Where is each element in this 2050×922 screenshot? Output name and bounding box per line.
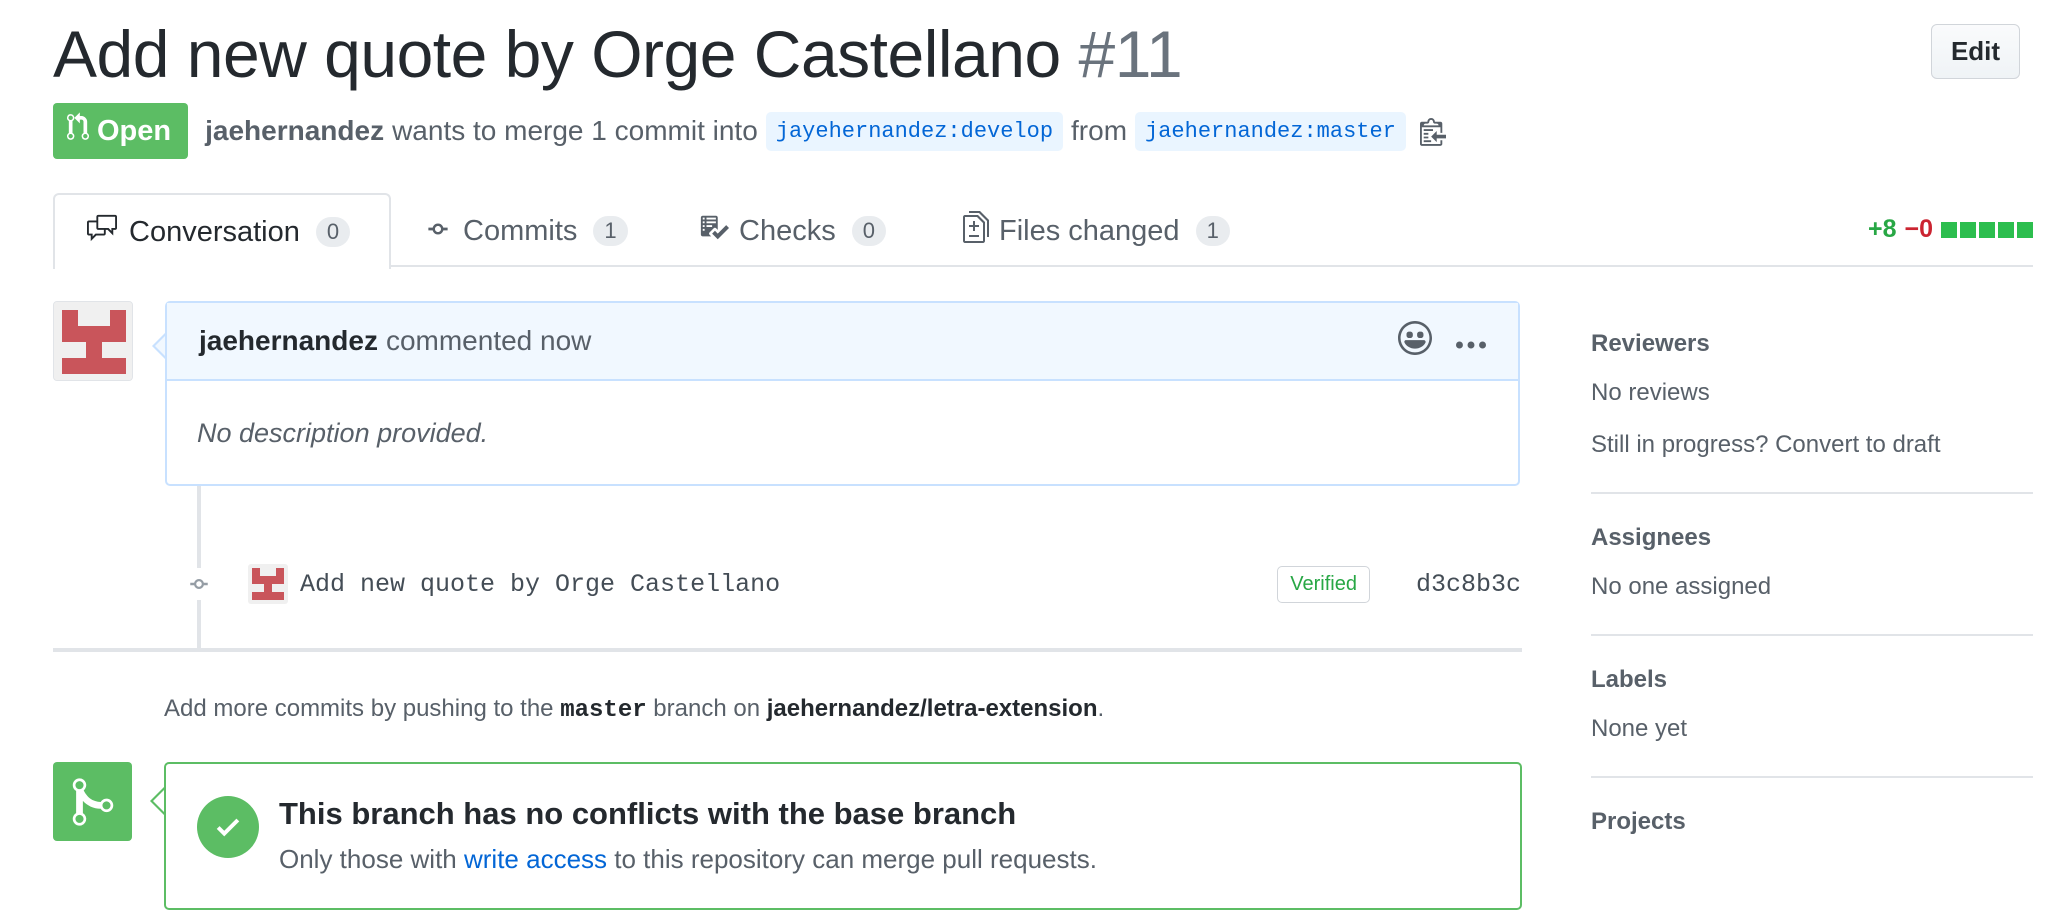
comment-body: No description provided. [197,418,489,448]
push-note-repo-link[interactable]: jaehernandez/letra-extension [767,695,1098,722]
merge-status-title: This branch has no conflicts with the ba… [279,796,1017,831]
comment-header: jaehernandez commented now [167,303,1518,381]
push-note: Add more commits by pushing to the maste… [164,695,1104,724]
pr-author-link[interactable]: jaehernandez [205,115,384,147]
convert-to-draft-link[interactable]: Still in progress? Convert to draft [1591,428,2033,462]
tab-commits[interactable]: Commits 1 [393,193,658,269]
merge-summary: jaehernandez wants to merge 1 commit int… [205,111,1446,151]
tab-counter: 0 [315,217,351,247]
comment-card: jaehernandez commented now No descriptio… [165,301,1520,486]
sidebar-labels-title[interactable]: Labels [1591,666,2033,694]
tab-label: Files changed [999,214,1180,247]
comment-timestamp[interactable]: commented now [386,325,591,357]
sidebar-projects: Projects [1591,808,2033,884]
git-pull-request-icon [67,112,89,150]
merge-sub-prefix: Only those with [279,844,457,874]
diff-bar-add [1979,221,1995,238]
sidebar-assignees: Assignees No one assigned [1591,524,2033,636]
merge-action-text: wants to merge 1 commit into [392,115,758,146]
write-access-link[interactable]: write access [464,844,607,874]
diff-bar-add [1998,221,2014,238]
sidebar-assignees-title[interactable]: Assignees [1591,524,2033,552]
diff-bars [1941,221,2033,238]
push-note-middle: branch on [653,695,761,722]
from-text: from [1071,115,1128,146]
tab-checks[interactable]: Checks 0 [669,193,916,269]
clipboard-icon[interactable] [1419,116,1446,146]
tab-counter: 1 [1195,216,1230,246]
diff-additions: +8 [1867,215,1897,243]
sidebar-assignees-value: No one assigned [1591,573,1772,600]
commit-author-avatar[interactable] [248,564,288,604]
tab-counter: 1 [593,216,628,246]
sidebar-labels-value: None yet [1591,715,1688,742]
diffstat[interactable]: +8 −0 [1868,215,2033,244]
edit-button[interactable]: Edit [1931,24,2020,79]
commit-item: Add new quote by Orge Castellano Verifie… [183,560,1521,608]
push-note-suffix: . [1097,695,1105,722]
git-commit-icon [183,568,215,600]
push-note-branch: master [560,697,647,724]
comment-actions [1398,320,1486,362]
tab-label: Checks [739,214,836,247]
push-note-prefix: Add more commits by pushing to the [164,695,554,722]
pr-meta: Open jaehernandez wants to merge 1 commi… [53,103,1446,159]
diff-bar-add [1941,221,1957,238]
commit-sha-link[interactable]: d3c8b3c [1416,570,1521,599]
git-merge-icon [53,762,132,841]
check-icon [197,796,259,858]
diff-bar-add [2017,221,2033,238]
kebab-horizontal-icon[interactable] [1456,325,1486,357]
merge-status-subtitle: Only those with write access to this rep… [279,844,1097,875]
pr-number: #11 [1078,17,1183,91]
state-badge: Open [53,103,189,159]
pr-header: Add new quote by Orge Castellano #11 Edi… [53,16,2020,92]
tab-label: Commits [463,214,578,247]
tab-label: Conversation [129,215,300,248]
verified-badge[interactable]: Verified [1277,565,1370,603]
sidebar-reviewers-value: No reviews [1591,379,1710,406]
diff-deletions: −0 [1904,215,1933,243]
sidebar-projects-title[interactable]: Projects [1591,808,2033,836]
comment-discussion-icon [85,213,119,251]
commit-message-link[interactable]: Add new quote by Orge Castellano [300,570,780,599]
sidebar-labels: Labels None yet [1591,666,2033,778]
pr-tabs: Conversation 0 Commits 1 Checks 0 Files … [53,193,2033,269]
head-branch-ref[interactable]: jaehernandez:master [1135,111,1406,151]
file-diff-icon [963,211,989,251]
timeline-divider [53,648,1522,652]
smiley-icon[interactable] [1398,320,1432,362]
base-branch-ref[interactable]: jayehernandez:develop [765,111,1064,151]
merge-status-card: This branch has no conflicts with the ba… [164,762,1522,910]
sidebar-reviewers: Reviewers No reviews Still in progress? … [1591,330,2033,494]
checklist-icon [699,212,729,250]
comment-author-link[interactable]: jaehernandez [199,325,378,357]
sidebar: Reviewers No reviews Still in progress? … [1591,330,2033,914]
state-label: Open [97,114,172,147]
merge-sub-suffix: to this repository can merge pull reques… [614,844,1097,874]
avatar[interactable] [53,301,133,381]
tab-counter: 0 [851,216,886,246]
git-commit-icon [423,215,453,248]
sidebar-reviewers-title[interactable]: Reviewers [1591,330,2033,358]
diff-bar-add [1960,221,1976,238]
tab-files-changed[interactable]: Files changed 1 [933,193,1260,269]
tab-conversation[interactable]: Conversation 0 [53,193,391,269]
pr-title: Add new quote by Orge Castellano #11 [53,16,2020,92]
pr-title-text: Add new quote by Orge Castellano [53,17,1061,91]
